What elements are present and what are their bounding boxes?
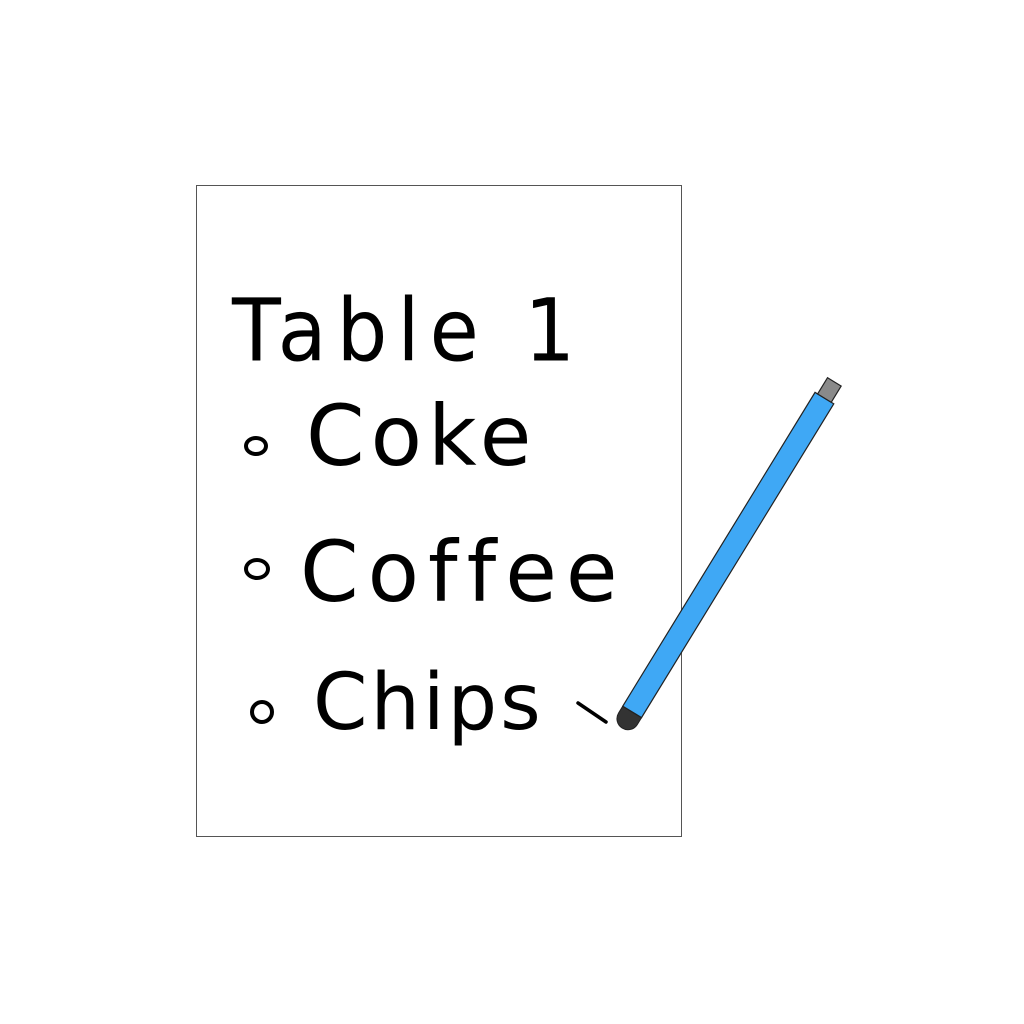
pen-body: [621, 391, 835, 719]
drawing-canvas: Table 1 Coke Coffee Chips: [0, 0, 1024, 1024]
pen-stroke-mark: [576, 701, 608, 724]
pen-illustration: [576, 376, 842, 731]
pen-icon: [616, 376, 842, 731]
